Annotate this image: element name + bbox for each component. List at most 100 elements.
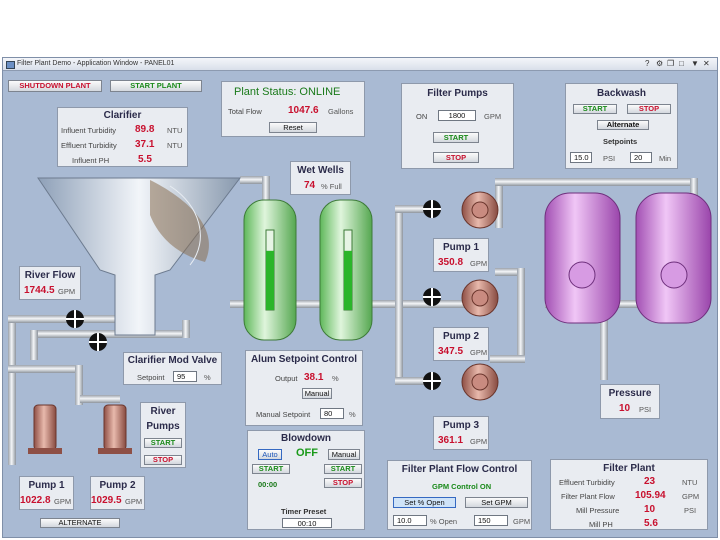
- gpm-unit: GPM: [513, 517, 531, 526]
- filter-pump2-unit: GPM: [470, 348, 488, 357]
- pressure-panel: Pressure 10 PSI: [600, 384, 660, 419]
- influent-ph-value: 5.5: [138, 154, 152, 165]
- filter-pump1-value: 350.8: [438, 257, 464, 268]
- filter-pumps-setpoint-input[interactable]: 1800: [438, 110, 476, 121]
- influent-turbidity-label: Influent Turbidity: [61, 126, 117, 135]
- filter-pump2-value: 347.5: [438, 346, 464, 357]
- total-flow-unit: Gallons: [328, 107, 354, 116]
- alum-output-unit: %: [332, 374, 339, 383]
- blowdown-start-left-button[interactable]: START: [252, 464, 290, 474]
- alum-output-label: Output: [275, 374, 298, 383]
- blowdown-state: OFF: [296, 447, 318, 459]
- mill-ph-value: 5.6: [644, 518, 658, 529]
- filter-pumps-start-button[interactable]: START: [433, 132, 479, 143]
- filter-pump1-title: Pump 1: [442, 242, 480, 253]
- filter-plant-turbidity-label: Effluent Turbidity: [559, 478, 615, 487]
- filter-pump2-panel: Pump 2 347.5 GPM: [433, 327, 489, 361]
- influent-turbidity-unit: NTU: [167, 126, 183, 135]
- river-pumps-start-button[interactable]: START: [144, 438, 182, 448]
- wet-wells-unit: % Full: [321, 182, 342, 191]
- filter-pumps-on-label: ON: [416, 112, 428, 121]
- filter-pump1-panel: Pump 1 350.8 GPM: [433, 238, 489, 272]
- filter-plant-panel: Filter Plant Effluent Turbidity 23 NTU F…: [550, 459, 708, 530]
- mill-pressure-value: 10: [644, 504, 656, 515]
- gpm-input[interactable]: 150: [474, 515, 508, 526]
- alum-manual-setpoint-unit: %: [349, 410, 356, 419]
- pressure-unit: PSI: [639, 405, 652, 414]
- clarifier-valve-panel: Clarifier Mod Valve Setpoint 95 %: [123, 352, 222, 385]
- clarifier-valve-setpoint-label: Setpoint: [137, 373, 165, 382]
- filter-pump3-title: Pump 3: [442, 420, 480, 431]
- clarifier-valve-unit: %: [204, 373, 211, 382]
- river-pump2-panel: Pump 2 1029.5 GPM: [90, 476, 145, 510]
- backwash-alternate-button[interactable]: Alternate: [597, 120, 649, 130]
- alum-manual-setpoint-input[interactable]: 80: [320, 408, 344, 419]
- setpoints-label: Setpoints: [603, 137, 638, 146]
- set-gpm-button[interactable]: Set GPM: [465, 497, 528, 508]
- filter-pump3-value: 361.1: [438, 435, 464, 446]
- backwash-psi-unit: PSI: [603, 154, 616, 163]
- filter-plant-turbidity-unit: NTU: [682, 478, 698, 487]
- river-pumps-title-line1: River: [150, 406, 176, 417]
- river-pump1-panel: Pump 1 1022.8 GPM: [19, 476, 74, 510]
- effluent-turbidity-unit: NTU: [167, 141, 183, 150]
- backwash-start-button[interactable]: START: [573, 104, 617, 114]
- blowdown-stop-button[interactable]: STOP: [324, 478, 362, 488]
- clarifier-tank: [37, 177, 242, 336]
- river-pump2-title: Pump 2: [99, 480, 136, 491]
- blowdown-manual-button[interactable]: Manual: [328, 449, 360, 460]
- backwash-min-unit: Min: [659, 154, 672, 163]
- filter-pumps-unit: GPM: [484, 112, 502, 121]
- timer-preset-input[interactable]: 00:10: [282, 518, 332, 528]
- clarifier-valve-title: Clarifier Mod Valve: [127, 355, 218, 366]
- river-pump1-unit: GPM: [54, 497, 72, 506]
- filter-pump-graphics: [461, 191, 499, 401]
- filter-plant-flow-label: Filter Plant Flow: [561, 492, 615, 501]
- clarifier-valve-setpoint-input[interactable]: 95: [173, 371, 197, 382]
- mill-pressure-label: Mill Pressure: [576, 506, 620, 515]
- shutdown-plant-button[interactable]: SHUTDOWN PLANT: [8, 80, 102, 92]
- river-pumps-stop-button[interactable]: STOP: [144, 455, 182, 465]
- pressure-title: Pressure: [608, 388, 652, 399]
- wet-wells-title: Wet Wells: [297, 165, 344, 176]
- effluent-turbidity-label: Effluent Turbidity: [61, 141, 117, 150]
- backwash-stop-button[interactable]: STOP: [627, 104, 671, 114]
- wet-wells-value: 74: [304, 180, 316, 191]
- blowdown-start-right-button[interactable]: START: [324, 464, 362, 474]
- blowdown-auto-button[interactable]: Auto: [258, 449, 282, 460]
- blowdown-title: Blowdown: [281, 433, 331, 444]
- filter-pump2-title: Pump 2: [442, 331, 480, 342]
- filter-plant-title: Filter Plant: [603, 463, 655, 474]
- open-percent-input[interactable]: 10.0: [393, 515, 427, 526]
- river-flow-value: 1744.5: [24, 285, 55, 296]
- plant-status-panel: Plant Status: ONLINE Total Flow 1047.6 G…: [221, 81, 365, 137]
- alum-manual-button[interactable]: Manual: [302, 388, 332, 399]
- filter-pumps-stop-button[interactable]: STOP: [433, 152, 479, 163]
- blowdown-elapsed-time: 00:00: [258, 480, 278, 489]
- influent-turbidity-value: 89.8: [135, 124, 155, 135]
- alternate-button[interactable]: ALTERNATE: [40, 518, 120, 528]
- filter-pump3-panel: Pump 3 361.1 GPM: [433, 416, 489, 450]
- wet-well-tanks: [243, 199, 373, 341]
- alum-title: Alum Setpoint Control: [250, 354, 358, 365]
- open-percent-unit: % Open: [430, 517, 458, 526]
- effluent-turbidity-value: 37.1: [135, 139, 155, 150]
- pressure-value: 10: [619, 403, 631, 414]
- flow-control-panel: Filter Plant Flow Control GPM Control ON…: [387, 460, 532, 530]
- mill-pressure-unit: PSI: [684, 506, 697, 515]
- alum-manual-setpoint-label: Manual Setpoint: [256, 410, 311, 419]
- set-open-button[interactable]: Set % Open: [393, 497, 456, 508]
- blowdown-panel: Blowdown Auto OFF Manual START START 00:…: [247, 430, 365, 530]
- backwash-panel: Backwash START STOP Alternate Setpoints …: [565, 83, 678, 169]
- filter-pumps-title: Filter Pumps: [427, 88, 488, 99]
- backwash-min-input[interactable]: 20: [630, 152, 652, 163]
- clarifier-panel: Clarifier Influent Turbidity 89.8 NTU Ef…: [57, 107, 188, 167]
- filter-plant-flow-unit: GPM: [682, 492, 700, 501]
- filter-pumps-panel: Filter Pumps ON 1800 GPM START STOP: [401, 83, 514, 169]
- start-plant-button[interactable]: START PLANT: [110, 80, 202, 92]
- reset-button[interactable]: Reset: [269, 122, 317, 133]
- river-pumps-title-line2: Pumps: [146, 421, 180, 432]
- mill-ph-label: Mill PH: [589, 520, 613, 529]
- filter-pump1-unit: GPM: [470, 259, 488, 268]
- backwash-psi-input[interactable]: 15.0: [570, 152, 592, 163]
